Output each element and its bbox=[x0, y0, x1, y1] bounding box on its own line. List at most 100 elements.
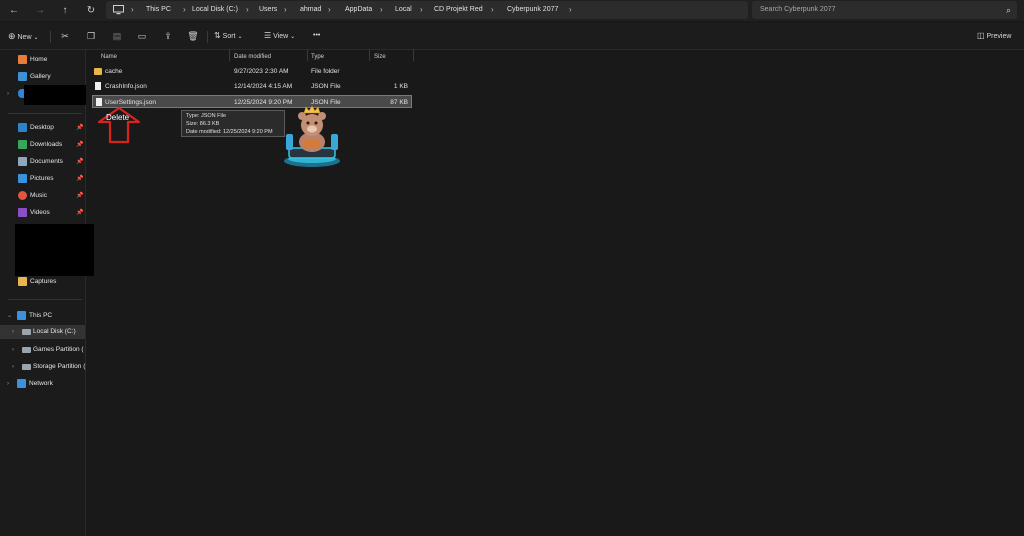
column-separator[interactable] bbox=[229, 49, 230, 61]
file-tooltip: Type: JSON File Size: 86.3 KB Date modif… bbox=[181, 110, 285, 137]
pin-icon: 📌 bbox=[76, 176, 84, 182]
nav-label: Network bbox=[29, 380, 53, 387]
json-file-icon bbox=[96, 98, 102, 106]
view-icon: ☰ bbox=[264, 31, 272, 40]
music-icon bbox=[18, 191, 27, 200]
sort-icon: ⇅ bbox=[214, 31, 221, 40]
file-type: JSON File bbox=[311, 83, 341, 90]
column-separator[interactable] bbox=[369, 49, 370, 61]
forward-button[interactable]: → bbox=[32, 3, 48, 18]
paste-button[interactable]: ▤ bbox=[110, 28, 124, 44]
chevron-right-icon: › bbox=[420, 5, 423, 14]
breadcrumb-local-disk[interactable]: Local Disk (C:) bbox=[192, 1, 238, 19]
nav-label: Documents bbox=[30, 158, 63, 165]
bear-mascot-icon bbox=[284, 105, 340, 167]
column-separator[interactable] bbox=[413, 49, 414, 61]
breadcrumb-local[interactable]: Local bbox=[395, 1, 412, 19]
chevron-down-icon: ⌄ bbox=[7, 313, 13, 319]
chevron-right-icon: › bbox=[183, 5, 186, 14]
nav-label: Home bbox=[30, 56, 48, 63]
nav-label: Games Partition ( bbox=[33, 346, 84, 353]
breadcrumb-cd-projekt-red[interactable]: CD Projekt Red bbox=[434, 1, 483, 19]
download-icon bbox=[18, 140, 27, 149]
file-size: 87 KB bbox=[390, 99, 408, 106]
nav-item-games-partition[interactable]: › Games Partition ( bbox=[0, 343, 85, 357]
chevron-right-icon: › bbox=[7, 381, 9, 387]
computer-icon bbox=[17, 311, 26, 320]
title-bar: ← → ↑ ↻ › This PC › Local Disk (C:) › Us… bbox=[0, 0, 1024, 21]
breadcrumb-ahmad[interactable]: ahmad bbox=[300, 1, 321, 19]
nav-item-gallery[interactable]: Gallery bbox=[0, 70, 85, 84]
nav-item-network[interactable]: › Network bbox=[0, 377, 85, 391]
toolbar-separator bbox=[207, 31, 208, 43]
preview-button[interactable]: ◫ Preview bbox=[977, 28, 1011, 44]
chevron-right-icon: › bbox=[328, 5, 331, 14]
column-header-date[interactable]: Date modified bbox=[234, 51, 271, 63]
new-button[interactable]: ⊕ New ⌄ bbox=[8, 28, 39, 44]
column-header-name[interactable]: Name bbox=[101, 51, 117, 63]
trash-icon: 🗑 bbox=[187, 31, 199, 41]
rename-icon: ▭ bbox=[137, 31, 147, 41]
back-button[interactable]: ← bbox=[6, 3, 22, 18]
nav-item-pictures[interactable]: Pictures 📌 bbox=[0, 172, 85, 186]
address-bar[interactable]: › This PC › Local Disk (C:) › Users › ah… bbox=[106, 1, 748, 19]
preview-label: Preview bbox=[986, 33, 1012, 40]
nav-label: Captures bbox=[30, 278, 57, 285]
chevron-right-icon: › bbox=[380, 5, 383, 14]
arrow-left-icon: ← bbox=[9, 5, 19, 16]
view-label: View bbox=[273, 33, 289, 40]
nav-item-desktop[interactable]: Desktop 📌 bbox=[0, 121, 85, 135]
folder-icon bbox=[94, 68, 102, 75]
nav-item-local-disk[interactable]: › Local Disk (C:) bbox=[0, 325, 85, 339]
nav-item-downloads[interactable]: Downloads 📌 bbox=[0, 138, 85, 152]
nav-label: Storage Partition ( bbox=[33, 363, 86, 370]
search-box[interactable]: Search Cyberpunk 2077 ⌕ bbox=[752, 1, 1017, 19]
nav-label: Pictures bbox=[30, 175, 54, 182]
file-row[interactable]: CrashInfo.json 12/14/2024 4:15 AM JSON F… bbox=[92, 80, 412, 93]
file-type: File folder bbox=[311, 68, 340, 75]
breadcrumb-appdata[interactable]: AppData bbox=[345, 1, 372, 19]
rename-button[interactable]: ▭ bbox=[135, 28, 149, 44]
drive-icon bbox=[22, 347, 31, 353]
column-separator[interactable] bbox=[307, 49, 308, 61]
pin-icon: 📌 bbox=[76, 125, 84, 131]
desktop-icon bbox=[18, 123, 27, 132]
refresh-button[interactable]: ↻ bbox=[83, 3, 99, 18]
share-button[interactable]: ⇪ bbox=[161, 28, 175, 44]
nav-label: Videos bbox=[30, 209, 50, 216]
delete-button[interactable]: 🗑 bbox=[186, 28, 200, 44]
column-header-size[interactable]: Size bbox=[374, 51, 386, 63]
json-file-icon bbox=[95, 82, 101, 90]
chevron-down-icon: ⌄ bbox=[237, 34, 243, 40]
file-size: 1 KB bbox=[393, 83, 408, 90]
share-icon: ⇪ bbox=[164, 31, 172, 41]
file-row[interactable]: cache 9/27/2023 2:30 AM File folder bbox=[92, 65, 412, 78]
more-options-button[interactable]: ••• bbox=[313, 28, 320, 44]
nav-item-documents[interactable]: Documents 📌 bbox=[0, 155, 85, 169]
view-button[interactable]: ☰ View ⌄ bbox=[264, 28, 295, 44]
copy-icon: ❐ bbox=[86, 31, 96, 41]
chevron-right-icon: › bbox=[12, 329, 14, 335]
chevron-right-icon: › bbox=[491, 5, 494, 14]
column-header-type[interactable]: Type bbox=[311, 51, 324, 63]
breadcrumb-cyberpunk-2077[interactable]: Cyberpunk 2077 bbox=[507, 1, 558, 19]
toolbar-separator bbox=[50, 31, 51, 43]
breadcrumb-users[interactable]: Users bbox=[259, 1, 277, 19]
copy-button[interactable]: ❐ bbox=[84, 28, 98, 44]
network-icon bbox=[17, 379, 26, 388]
sort-button[interactable]: ⇅ Sort ⌄ bbox=[214, 28, 242, 44]
nav-label: Downloads bbox=[30, 141, 63, 148]
nav-item-storage-partition[interactable]: › Storage Partition ( bbox=[0, 360, 85, 374]
nav-item-captures[interactable]: Captures bbox=[0, 275, 85, 289]
breadcrumb-this-pc[interactable]: This PC bbox=[146, 1, 171, 19]
gallery-icon bbox=[18, 72, 27, 81]
nav-separator bbox=[8, 299, 82, 300]
nav-item-this-pc[interactable]: ⌄ This PC bbox=[0, 309, 85, 323]
cut-button[interactable]: ✂ bbox=[58, 28, 72, 44]
nav-item-music[interactable]: Music 📌 bbox=[0, 189, 85, 203]
up-button[interactable]: ↑ bbox=[57, 3, 73, 18]
nav-item-videos[interactable]: Videos 📌 bbox=[0, 206, 85, 220]
file-name: CrashInfo.json bbox=[105, 83, 147, 90]
nav-item-home[interactable]: Home bbox=[0, 53, 85, 67]
drive-icon bbox=[22, 364, 31, 370]
